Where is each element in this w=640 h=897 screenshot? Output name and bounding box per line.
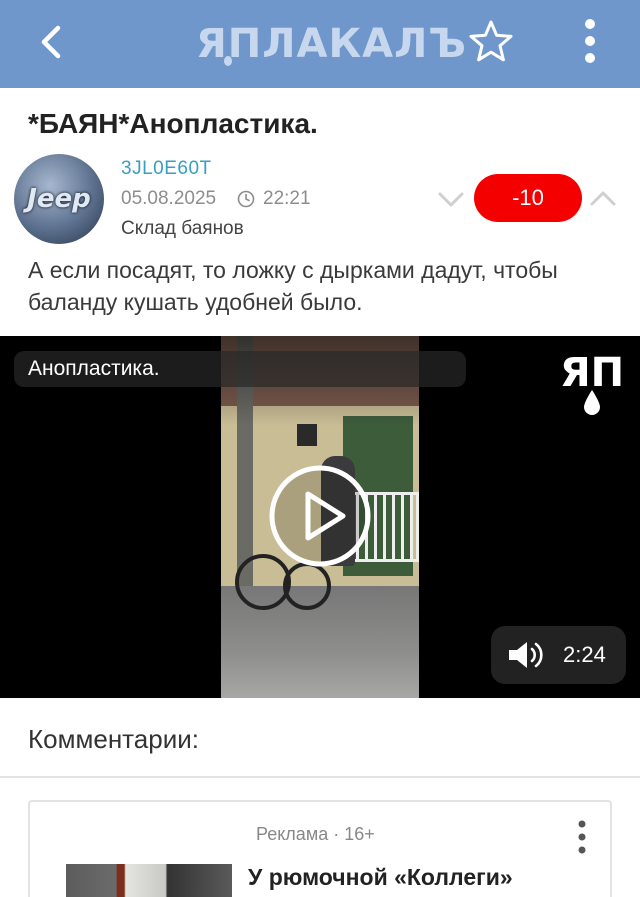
chevron-left-icon[interactable] [30, 20, 74, 64]
app-header: ЯПЛАКАЛЪ [0, 0, 640, 88]
ad-title[interactable]: У рюмочной «Коллеги» [248, 864, 513, 891]
ad-card[interactable]: Реклама · 16+ У рюмочной «Коллеги» [28, 800, 612, 897]
ad-label: Реклама · 16+ [256, 824, 375, 844]
video-logo-text: ЯП [560, 350, 624, 396]
video-duration: 2:24 [563, 642, 606, 667]
video-controls: 2:24 [491, 626, 626, 684]
play-icon[interactable] [268, 464, 372, 568]
post-time: 22:21 [263, 188, 311, 209]
post-text: А если посадят, то ложку с дырками дадут… [28, 257, 558, 315]
ad-more-icon[interactable] [570, 818, 594, 858]
vote-up-icon[interactable] [588, 184, 618, 214]
vertical-dots-icon[interactable] [572, 16, 608, 66]
video-title: Анопластика. [14, 351, 466, 387]
clock-icon [237, 190, 255, 208]
logo-drop [224, 56, 232, 66]
avatar[interactable]: Jeep [14, 154, 104, 244]
post-title: *БАЯН*Анопластика. [28, 108, 318, 139]
avatar-text: Jeep [27, 184, 91, 214]
comments-heading: Комментарии: [28, 724, 199, 754]
video-logo-icon: ЯП [560, 350, 624, 415]
ad-image[interactable] [66, 864, 232, 897]
video-player[interactable]: Анопластика. ЯП 2:24 [0, 336, 640, 698]
rating-badge: -10 [474, 174, 582, 222]
author-name[interactable]: 3JL0E60T [121, 158, 212, 180]
vote-down-icon[interactable] [436, 184, 466, 214]
volume-icon[interactable] [507, 640, 547, 670]
star-outline-icon[interactable] [468, 18, 514, 64]
post-section[interactable]: Склад баянов [121, 218, 244, 240]
site-logo[interactable]: ЯПЛАКАЛЪ [196, 16, 467, 72]
post-date: 05.08.2025 [121, 188, 217, 209]
divider [0, 776, 640, 778]
